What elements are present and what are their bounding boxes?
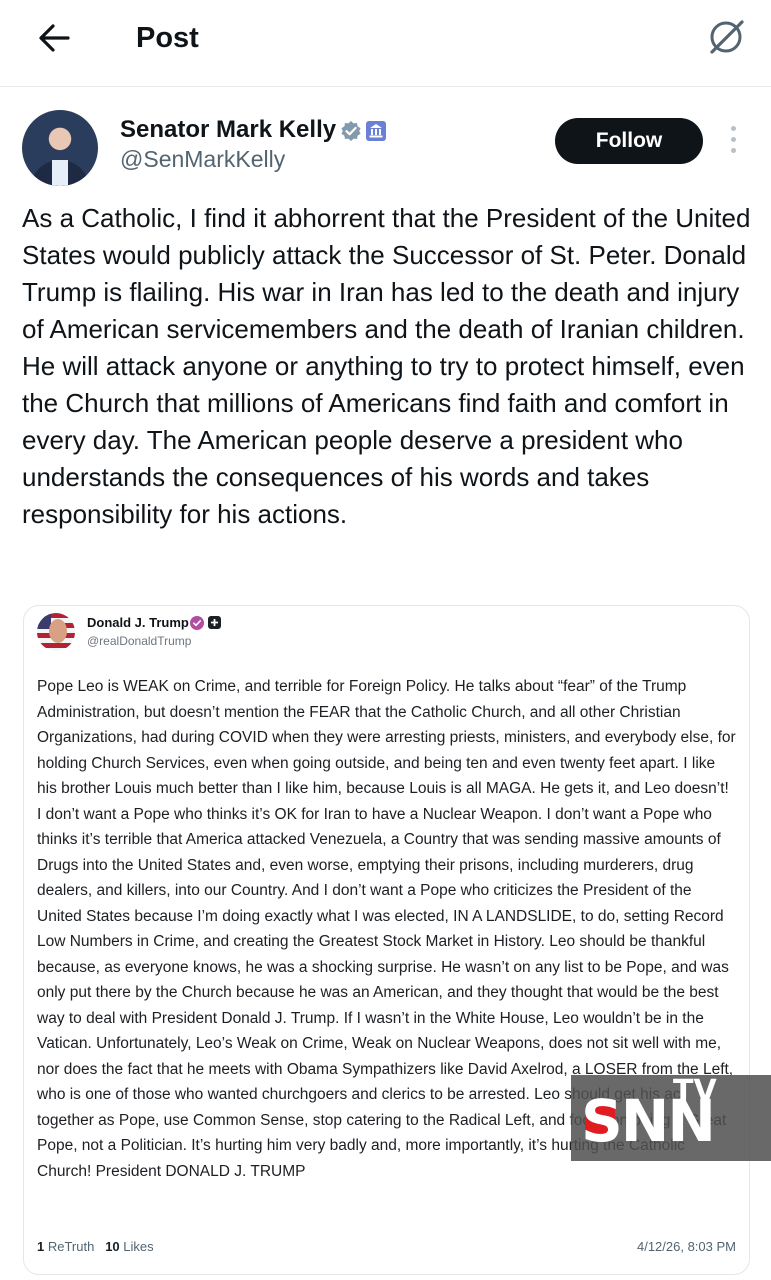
post-text: As a Catholic, I find it abhorrent that … bbox=[22, 203, 751, 529]
quoted-post-timestamp: 4/12/26, 8:03 PM bbox=[636, 1239, 736, 1254]
more-options-icon[interactable] bbox=[725, 124, 741, 158]
avatar-shirt bbox=[52, 160, 68, 186]
author-name[interactable]: Senator Mark Kelly bbox=[120, 116, 336, 144]
quoted-post-image[interactable]: Donald J. Trump @realDonaldTrump Pope Le… bbox=[23, 605, 750, 1275]
likes-label: Likes bbox=[123, 1239, 154, 1254]
page-title: Post bbox=[136, 22, 199, 54]
quoted-author-name: Donald J. Trump bbox=[87, 615, 189, 630]
grok-slash-icon[interactable] bbox=[704, 14, 748, 58]
author-handle[interactable]: @SenMarkKelly bbox=[120, 146, 285, 173]
snn-tv-watermark: SNN TV bbox=[571, 1075, 771, 1161]
arrow-left-icon[interactable] bbox=[34, 18, 74, 58]
author-avatar[interactable] bbox=[22, 110, 98, 186]
top-bar: Post bbox=[0, 0, 771, 87]
retruth-label: ReTruth bbox=[47, 1239, 95, 1254]
avatar-face bbox=[49, 619, 67, 643]
watermark-suffix: TV bbox=[673, 1074, 717, 1109]
quoted-post-stats: 1 ReTruth 10 Likes bbox=[37, 1239, 154, 1254]
retruth-count: 1 bbox=[37, 1239, 45, 1254]
government-badge-icon bbox=[366, 121, 386, 141]
quoted-author-handle: @realDonaldTrump bbox=[87, 634, 192, 648]
plus-badge-icon bbox=[208, 616, 221, 629]
follow-button[interactable]: Follow bbox=[555, 118, 703, 164]
quoted-author-avatar bbox=[37, 613, 75, 651]
verified-badge-icon bbox=[190, 616, 204, 630]
verified-badge-icon bbox=[341, 121, 361, 141]
likes-count: 10 bbox=[105, 1239, 120, 1254]
